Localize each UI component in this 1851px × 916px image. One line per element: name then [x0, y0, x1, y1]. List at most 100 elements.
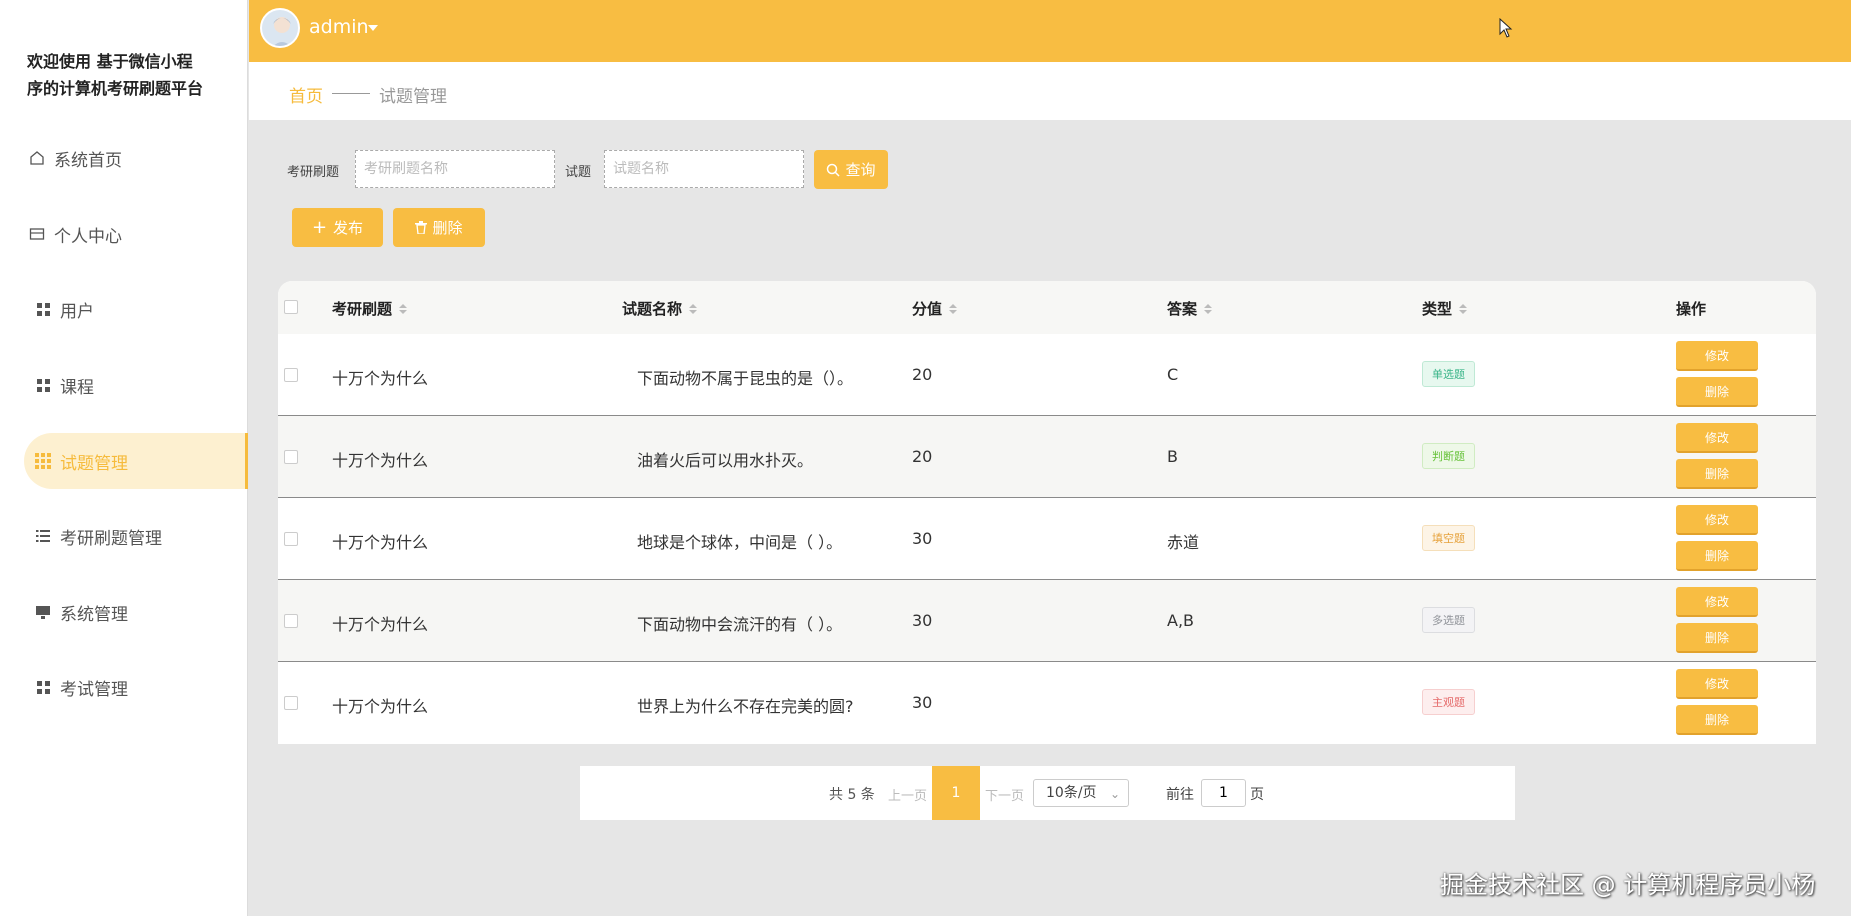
cell-topic: 十万个为什么	[332, 533, 429, 552]
sort-icon[interactable]	[1459, 303, 1468, 314]
grid-icon	[32, 302, 54, 316]
prev-page-button[interactable]: 上一页	[888, 785, 927, 804]
column-header-answer[interactable]: 答案	[1167, 298, 1213, 319]
sidebar-item-system[interactable]: 系统管理	[0, 584, 248, 640]
column-header-type[interactable]: 类型	[1422, 298, 1468, 319]
edit-button[interactable]: 修改	[1676, 669, 1758, 699]
brand-line-2: 序的计算机考研刷题平台	[27, 79, 204, 98]
sidebar-item-home[interactable]: 系统首页	[0, 130, 248, 186]
sidebar-item-label: 试题管理	[60, 453, 128, 474]
goto-page-input[interactable]	[1201, 779, 1246, 807]
sort-icon[interactable]	[949, 303, 958, 314]
row-checkbox[interactable]	[284, 368, 298, 382]
sidebar-item-label: 课程	[60, 377, 94, 398]
delete-button[interactable]: 删除	[1676, 705, 1758, 735]
bulk-delete-button[interactable]: 删除	[393, 208, 485, 247]
edit-button[interactable]: 修改	[1676, 423, 1758, 453]
search-topic-input[interactable]	[355, 150, 555, 188]
brand-line-1: 欢迎使用 基于微信小程	[27, 52, 193, 71]
cell-question: 世界上为什么不存在完美的圆?	[637, 697, 854, 716]
column-header-label: 操作	[1676, 300, 1707, 318]
sidebar-item-questions[interactable]: 试题管理	[24, 433, 248, 489]
sidebar-item-label: 考试管理	[60, 679, 128, 700]
row-checkbox[interactable]	[284, 532, 298, 546]
column-header-label: 分值	[912, 300, 943, 318]
row-checkbox[interactable]	[284, 696, 298, 710]
questions-table: 考研刷题 试题名称 分值 答案 类型 操作 十万个为什么 下面动物不属于昆虫的是…	[278, 281, 1816, 744]
table-row: 十万个为什么 下面动物中会流汗的有（ ）。 30 A,B 多选题 修改 删除	[278, 580, 1816, 662]
home-icon	[26, 150, 48, 166]
publish-button[interactable]: + 发布	[292, 208, 383, 247]
sidebar-item-label: 系统管理	[60, 604, 128, 625]
column-header-question[interactable]: 试题名称	[622, 298, 698, 319]
cell-score: 30	[912, 693, 933, 712]
delete-button[interactable]: 删除	[1676, 541, 1758, 571]
delete-button[interactable]: 删除	[1676, 377, 1758, 407]
type-badge: 判断题	[1422, 443, 1475, 469]
select-all-checkbox[interactable]	[284, 300, 298, 314]
breadcrumb-separator	[332, 93, 370, 94]
sort-icon[interactable]	[1204, 303, 1213, 314]
search-question-input[interactable]	[604, 150, 804, 188]
cell-score: 30	[912, 611, 933, 630]
table-header: 考研刷题 试题名称 分值 答案 类型 操作	[278, 281, 1816, 334]
plus-icon: +	[311, 217, 328, 238]
breadcrumb-home[interactable]: 首页	[289, 82, 323, 107]
column-header-label: 试题名称	[622, 300, 683, 318]
cell-score: 20	[912, 365, 933, 384]
sidebar-item-courses[interactable]: 课程	[0, 357, 248, 413]
row-checkbox[interactable]	[284, 614, 298, 628]
delete-button[interactable]: 删除	[1676, 623, 1758, 653]
sort-icon[interactable]	[689, 303, 698, 314]
cell-question: 下面动物不属于昆虫的是（）。	[637, 369, 854, 388]
edit-button[interactable]: 修改	[1676, 587, 1758, 617]
trash-icon	[415, 221, 428, 234]
breadcrumb: 首页 试题管理	[249, 62, 1851, 120]
column-header-score[interactable]: 分值	[912, 298, 958, 319]
watermark: 掘金技术社区 @ 计算机程序员小杨	[1440, 871, 1816, 899]
cell-score: 30	[912, 529, 933, 548]
mouse-cursor-icon	[1499, 17, 1513, 42]
sort-icon[interactable]	[399, 303, 408, 314]
chevron-down-icon[interactable]	[368, 25, 378, 31]
cell-score: 20	[912, 447, 933, 466]
sidebar-item-profile[interactable]: 个人中心	[0, 206, 248, 262]
goto-label: 前往	[1166, 787, 1194, 803]
sidebar-item-exams[interactable]: 考试管理	[0, 659, 248, 715]
page-suffix-label: 页	[1250, 787, 1264, 803]
pagination: 共 5 条 上一页 1 下一页 10条/页 ⌄ 前往 页	[580, 766, 1515, 820]
query-button[interactable]: 查询	[814, 150, 888, 189]
cell-answer: 赤道	[1167, 533, 1200, 552]
sidebar-item-practice[interactable]: 考研刷题管理	[0, 508, 248, 564]
cell-question: 地球是个球体，中间是（ ）。	[637, 533, 843, 552]
page-number-current[interactable]: 1	[932, 766, 980, 820]
avatar[interactable]	[260, 8, 300, 48]
publish-button-label: 发布	[333, 219, 364, 237]
edit-button[interactable]: 修改	[1676, 505, 1758, 535]
row-checkbox[interactable]	[284, 450, 298, 464]
search-icon	[826, 163, 841, 177]
cell-question: 下面动物中会流汗的有（ ）。	[637, 615, 843, 634]
sidebar-item-users[interactable]: 用户	[0, 281, 248, 337]
cell-answer: C	[1167, 365, 1179, 384]
page-size-select[interactable]: 10条/页 ⌄	[1033, 779, 1129, 807]
column-header-actions: 操作	[1676, 298, 1706, 319]
chevron-down-icon: ⌄	[1109, 787, 1120, 801]
cell-topic: 十万个为什么	[332, 451, 429, 470]
column-header-label: 答案	[1167, 300, 1198, 318]
next-page-button[interactable]: 下一页	[985, 785, 1024, 804]
delete-button[interactable]: 删除	[1676, 459, 1758, 489]
username[interactable]: admin	[309, 16, 369, 38]
cell-topic: 十万个为什么	[332, 369, 429, 388]
sidebar-item-label: 用户	[60, 301, 94, 322]
sidebar-item-label: 系统首页	[54, 150, 122, 171]
cell-answer: A,B	[1167, 611, 1195, 630]
grid-icon	[32, 378, 54, 392]
type-badge: 主观题	[1422, 689, 1475, 715]
table-row: 十万个为什么 油着火后可以用水扑灭。 20 B 判断题 修改 删除	[278, 416, 1816, 498]
sidebar-item-label: 个人中心	[54, 226, 122, 247]
cell-topic: 十万个为什么	[332, 615, 429, 634]
edit-button[interactable]: 修改	[1676, 341, 1758, 371]
pagination-total: 共 5 条	[829, 787, 875, 803]
column-header-topic[interactable]: 考研刷题	[332, 298, 408, 319]
